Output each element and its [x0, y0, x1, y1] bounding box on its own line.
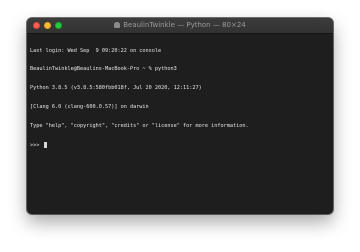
- terminal-output[interactable]: Last login: Wed Sep 9 09:20:22 on consol…: [30, 35, 330, 211]
- window-title: BeaulinTwinkle — Python — 80×24: [123, 21, 246, 29]
- python-prompt: >>>: [30, 142, 43, 149]
- last-login-line: Last login: Wed Sep 9 09:20:22 on consol…: [30, 47, 162, 54]
- text-cursor: [43, 142, 47, 148]
- help-info-line: Type "help", "copyright", "credits" or "…: [30, 123, 249, 130]
- shell-command-line: BeaulinTwinkle@Beaulins-MacBook-Pro ~ % …: [30, 66, 177, 73]
- python-version-line: Python 3.8.5 (v3.8.5:580fbb018f, Jul 20 …: [30, 85, 202, 92]
- window-title-container: BeaulinTwinkle — Python — 80×24: [27, 18, 333, 33]
- title-bar[interactable]: BeaulinTwinkle — Python — 80×24: [27, 18, 333, 34]
- compiler-info-line: [Clang 6.0 (clang-600.0.57)] on darwin: [30, 104, 149, 111]
- terminal-window[interactable]: BeaulinTwinkle — Python — 80×24 Last log…: [27, 18, 333, 214]
- desktop-background: BeaulinTwinkle — Python — 80×24 Last log…: [0, 0, 360, 252]
- home-folder-icon: [114, 21, 121, 28]
- python-prompt-line[interactable]: >>>: [30, 142, 330, 149]
